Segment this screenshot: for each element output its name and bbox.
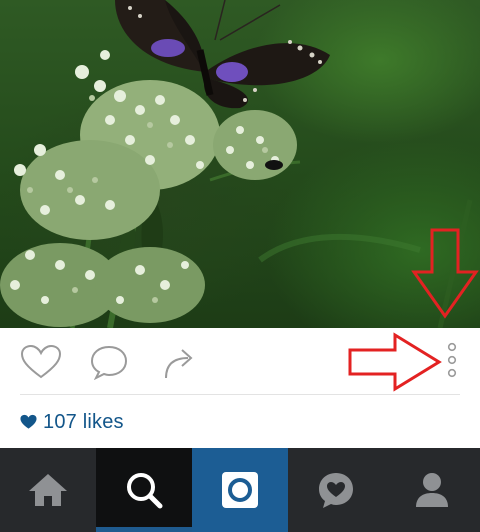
tab-search[interactable] [96, 448, 192, 532]
speech-bubble-icon[interactable] [89, 344, 129, 380]
post-photo[interactable] [0, 0, 480, 328]
actions-divider [20, 394, 460, 395]
post-actions-bar [0, 328, 480, 394]
tab-activity[interactable] [288, 448, 384, 532]
tab-home[interactable] [0, 448, 96, 532]
heart-bubble-icon [319, 473, 353, 508]
selected-tab-indicator [96, 527, 192, 532]
camera-icon [222, 472, 258, 508]
bottom-nav [0, 448, 480, 532]
home-icon [29, 474, 67, 506]
more-options-vertical-ellipsis-icon[interactable] [444, 342, 460, 382]
tab-camera[interactable] [192, 448, 288, 532]
annotation-arrow-right-icon [348, 332, 442, 392]
likes-row[interactable]: 107 likes [20, 408, 124, 436]
heart-outline-icon[interactable] [20, 344, 62, 380]
search-icon [127, 473, 163, 509]
heart-filled-icon [20, 414, 37, 429]
person-icon [416, 473, 448, 507]
annotation-arrow-down-icon [411, 228, 479, 319]
tab-profile[interactable] [384, 448, 480, 532]
likes-count[interactable]: 107 likes [43, 411, 124, 434]
share-arrow-icon[interactable] [162, 344, 196, 380]
butterfly-flower-image [0, 0, 473, 328]
